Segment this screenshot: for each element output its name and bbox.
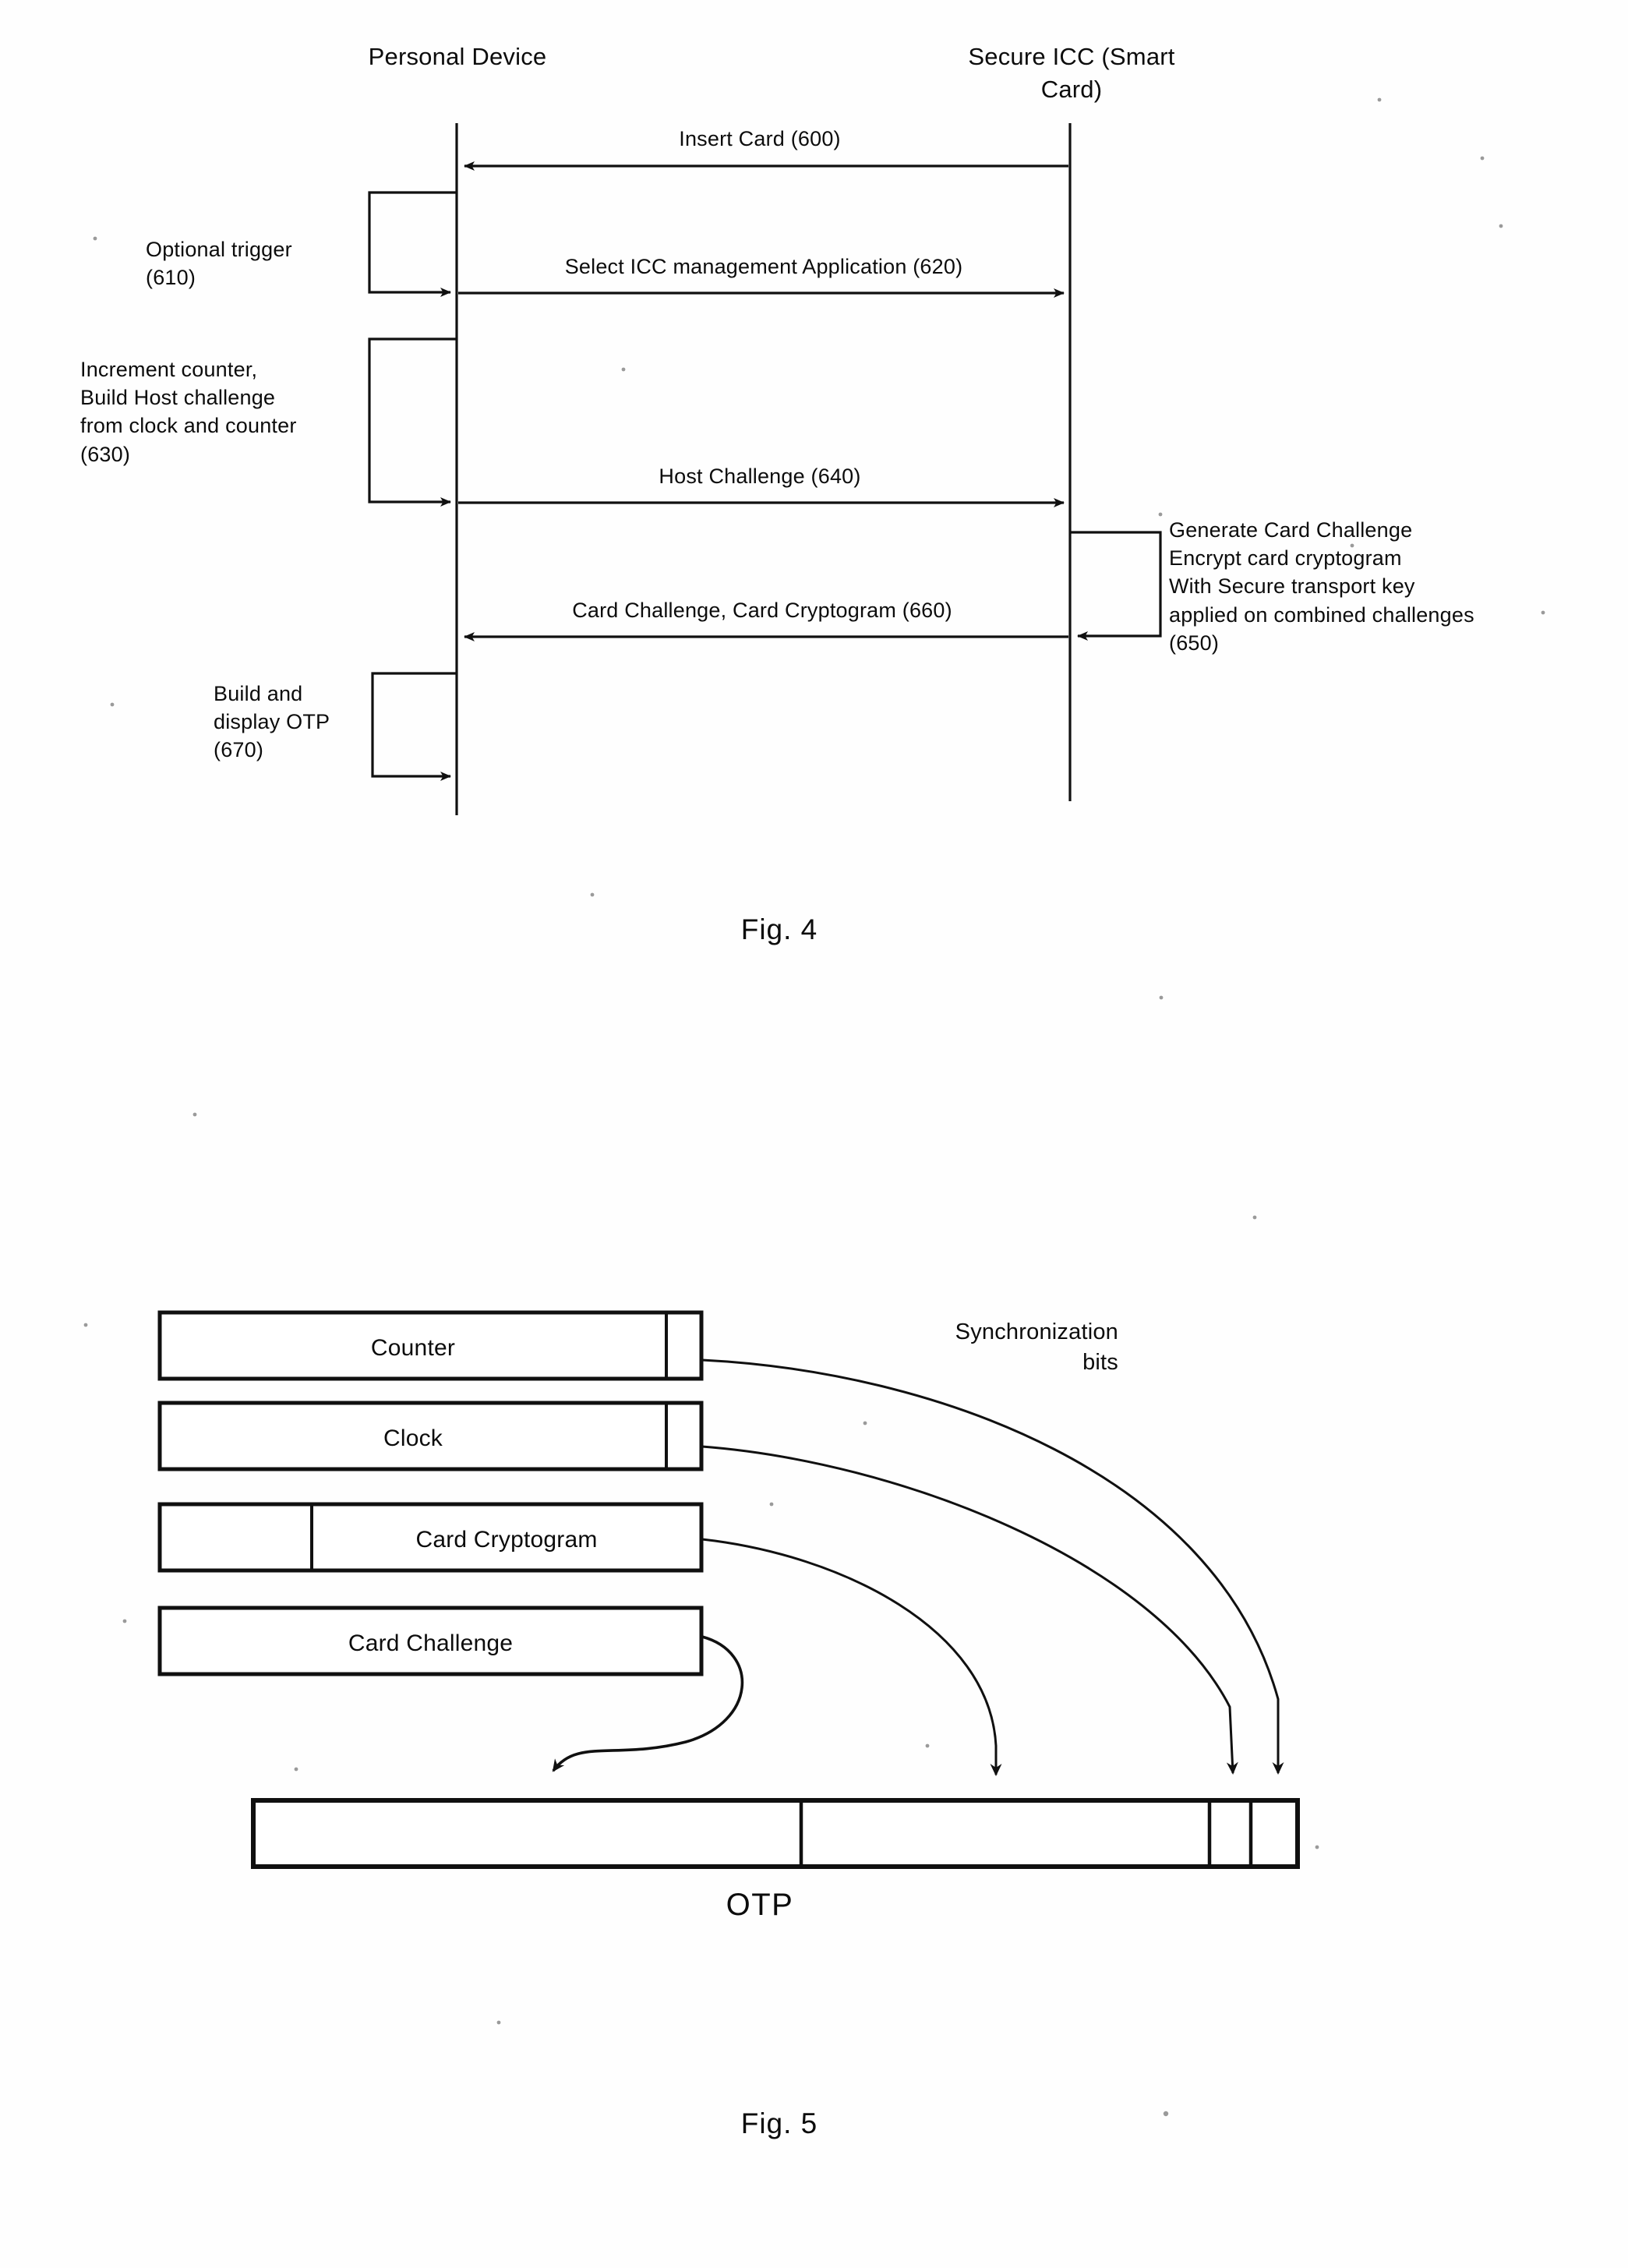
message-label-640: Host Challenge (640)	[659, 465, 861, 488]
activity-note-670: Build and display OTP (670)	[214, 682, 330, 762]
message-label-660: Card Challenge, Card Cryptogram (660)	[572, 599, 952, 622]
activity-note-650: Generate Card Challenge Encrypt card cry…	[1169, 518, 1474, 655]
fig4-activity-650	[1070, 531, 1162, 641]
message-label-600: Insert Card (600)	[679, 127, 841, 150]
fig4-activity-610	[368, 191, 457, 297]
fig5-flow-clock	[701, 1445, 1238, 1775]
source-box-label-card-cryptogram: Card Cryptogram	[415, 1527, 598, 1553]
source-box-label-counter: Counter	[370, 1335, 456, 1361]
fig5-flow-card-cryptogram	[701, 1538, 1002, 1776]
activity-note-610: Optional trigger (610)	[146, 238, 292, 290]
synchronization-bits-annotation: Synchronization bits	[955, 1319, 1118, 1376]
source-box-label-clock: Clock	[383, 1425, 443, 1451]
lifeline-header-personal-device: Personal Device	[368, 43, 547, 70]
fig4-activity-630	[368, 337, 457, 507]
lifeline-header-secure-icc: Secure ICC (Smart Card)	[968, 43, 1175, 103]
message-label-620: Select ICC management Application (620)	[564, 255, 963, 278]
otp-bar-label: OTP	[726, 1888, 794, 1922]
fig5-otp-bar	[251, 1798, 1300, 1869]
patent-drawing-page: Personal Device Secure ICC (Smart Card) …	[0, 0, 1628, 2268]
source-box-label-card-challenge: Card Challenge	[348, 1630, 514, 1656]
figure-caption-fig5: Fig. 5	[740, 2107, 818, 2139]
figure-caption-fig4: Fig. 4	[740, 913, 818, 945]
drawing-canvas	[83, 97, 1545, 2117]
activity-note-630: Increment counter, Build Host challenge …	[80, 358, 297, 466]
